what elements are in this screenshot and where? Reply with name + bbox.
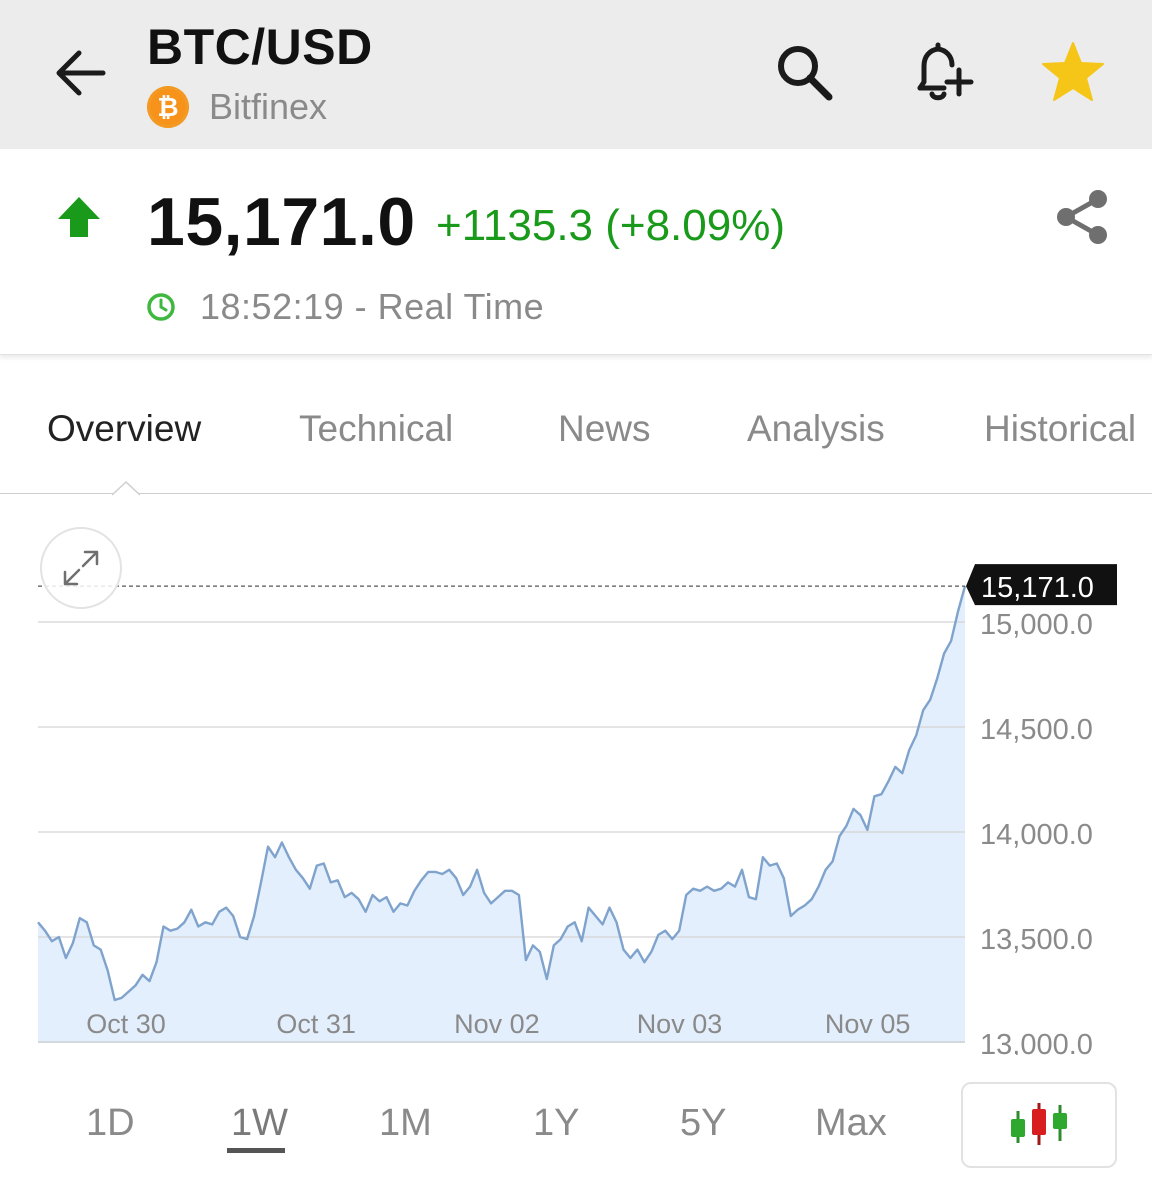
add-alert-icon bbox=[917, 42, 974, 101]
x-tick-label: Nov 03 bbox=[637, 1009, 723, 1039]
back-button[interactable] bbox=[44, 38, 114, 108]
chart-type-button[interactable] bbox=[961, 1082, 1117, 1168]
share-icon bbox=[1057, 190, 1107, 244]
x-tick-label: Nov 05 bbox=[825, 1009, 911, 1039]
candlestick-icon bbox=[1011, 1103, 1067, 1145]
section-tabs: Overview Technical News Analysis Histori… bbox=[0, 356, 1152, 496]
back-arrow-icon bbox=[56, 50, 106, 96]
up-arrow-icon bbox=[58, 197, 100, 237]
x-tick-label: Oct 31 bbox=[276, 1009, 356, 1039]
expand-icon bbox=[63, 550, 99, 586]
last-price: 15,171.0 bbox=[147, 184, 416, 260]
search-icon bbox=[778, 46, 833, 101]
tab-technical[interactable]: Technical bbox=[299, 408, 453, 450]
y-tick-label: 15,000.0 bbox=[980, 609, 1093, 641]
range-1y[interactable]: 1Y bbox=[533, 1102, 579, 1145]
x-tick-label: Oct 30 bbox=[86, 1009, 166, 1039]
tab-analysis[interactable]: Analysis bbox=[747, 408, 885, 450]
y-tick-label: 13,000.0 bbox=[980, 1029, 1093, 1055]
range-1m[interactable]: 1M bbox=[379, 1102, 432, 1145]
add-alert-button[interactable] bbox=[908, 36, 980, 108]
range-max[interactable]: Max bbox=[815, 1102, 887, 1145]
quote-time: 18:52:19 - Real Time bbox=[200, 286, 545, 327]
range-active-underline bbox=[227, 1148, 285, 1153]
price-change: +1135.3 (+8.09%) bbox=[436, 201, 785, 250]
favorite-button[interactable] bbox=[1037, 36, 1109, 108]
exchange-name: Bitfinex bbox=[209, 86, 328, 127]
price-chart[interactable]: 15,000.0 14,500.0 14,000.0 13,500.0 13,000.0… bbox=[0, 495, 1152, 1055]
range-1d[interactable]: 1D bbox=[86, 1102, 135, 1145]
active-tab-indicator bbox=[112, 480, 140, 496]
tab-overview[interactable]: Overview bbox=[47, 408, 201, 450]
page-title: BTC/USD bbox=[147, 19, 373, 75]
exchange-row: ₿ Bitfinex bbox=[147, 84, 327, 130]
tab-historical[interactable]: Historical bbox=[984, 408, 1136, 450]
x-tick-label: Nov 02 bbox=[454, 1009, 540, 1039]
expand-chart-button[interactable] bbox=[40, 527, 122, 609]
range-1w[interactable]: 1W bbox=[231, 1102, 288, 1145]
y-tick-label: 14,500.0 bbox=[980, 714, 1093, 746]
clock-icon bbox=[147, 293, 175, 321]
tab-news[interactable]: News bbox=[558, 408, 651, 450]
y-tick-label: 13,500.0 bbox=[980, 924, 1093, 956]
quote-header: 15,171.0 +1135.3 (+8.09%) 18:52:19 - Rea… bbox=[0, 149, 1152, 355]
bitcoin-logo-icon: ₿ bbox=[147, 86, 189, 128]
star-icon bbox=[1042, 42, 1104, 101]
range-5y[interactable]: 5Y bbox=[680, 1102, 726, 1145]
last-price-label: 15,171.0 bbox=[981, 572, 1094, 604]
chart-area-fill bbox=[38, 586, 965, 1043]
search-button[interactable] bbox=[768, 36, 840, 108]
y-tick-label: 14,000.0 bbox=[980, 819, 1093, 851]
share-button[interactable] bbox=[1050, 185, 1114, 249]
app-bar: BTC/USD ₿ Bitfinex bbox=[0, 0, 1152, 149]
tabs-divider bbox=[0, 493, 1152, 494]
quote-time-row: 18:52:19 - Real Time bbox=[146, 285, 544, 329]
